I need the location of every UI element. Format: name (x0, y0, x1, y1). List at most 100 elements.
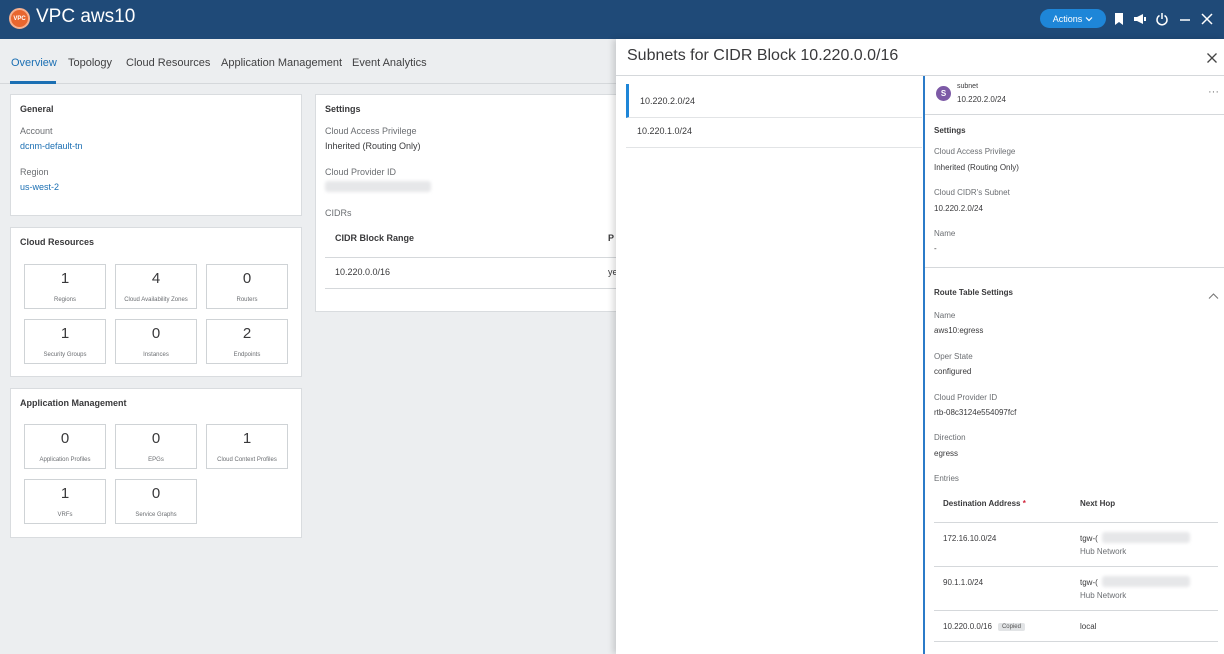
access-privilege-value: Inherited (Routing Only) (325, 141, 421, 151)
subnet-list-item[interactable]: 10.220.2.0/24 (626, 84, 922, 118)
tab-topology[interactable]: Topology (68, 57, 112, 69)
tile-instances[interactable]: 0 Instances (115, 319, 197, 364)
tile-application-profiles[interactable]: 0 Application Profiles (24, 424, 106, 469)
required-asterisk: * (1022, 499, 1026, 508)
detail-access-value: Inherited (Routing Only) (934, 163, 1019, 172)
more-options-icon[interactable]: ··· (1208, 86, 1219, 98)
subnets-panel: Subnets for CIDR Block 10.220.0.0/16 10.… (616, 39, 1224, 654)
settings-card: Settings Cloud Access Privilege Inherite… (315, 94, 625, 312)
chevron-down-icon (1085, 16, 1093, 21)
detail-name-value: - (934, 244, 937, 253)
general-title: General (20, 104, 54, 114)
tile-count: 2 (242, 325, 252, 342)
account-link[interactable]: dcnm-default-tn (20, 141, 83, 151)
detail-type-label: subnet (957, 83, 979, 90)
bookmark-icon[interactable] (1112, 12, 1126, 26)
cloud-resources-card: Cloud Resources 1 Regions 4 Cloud Availa… (10, 227, 302, 377)
page-title: VPC aws10 (36, 6, 136, 27)
tile-routers[interactable]: 0 Routers (206, 264, 288, 309)
rt-provider-id-value: rtb-08c3124e554097fcf (934, 408, 1017, 417)
chevron-up-icon[interactable] (1208, 287, 1219, 305)
subnet-list-item[interactable]: 10.220.1.0/24 (626, 114, 922, 148)
region-link[interactable]: us-west-2 (20, 182, 59, 192)
tile-label: Cloud Context Profiles (217, 457, 277, 463)
rt-name-value: aws10:egress (934, 326, 984, 335)
actions-button[interactable]: Actions (1040, 9, 1106, 28)
cloud-resources-title: Cloud Resources (20, 237, 95, 247)
detail-divider (925, 267, 1224, 268)
tile-label: EPGs (148, 457, 164, 463)
tile-count: 0 (151, 485, 161, 502)
account-label: Account (20, 126, 53, 136)
col-cidr-block-range: CIDR Block Range (335, 233, 415, 243)
tile-security-groups[interactable]: 1 Security Groups (24, 319, 106, 364)
subnet-detail-pane: S subnet 10.220.2.0/24 ··· Settings Clou… (923, 76, 1224, 654)
table-divider (325, 288, 625, 289)
application-management-title: Application Management (20, 398, 127, 408)
tab-bar: Overview Topology Cloud Resources Applic… (0, 39, 616, 84)
entry-next-hop-sub: Hub Network (1080, 591, 1127, 600)
detail-name: 10.220.2.0/24 (957, 95, 1006, 104)
cidrs-label: CIDRs (325, 208, 352, 218)
tile-label: Routers (236, 297, 258, 303)
redacted-next-hop (1102, 532, 1190, 543)
entries-divider (934, 610, 1218, 611)
copied-badge: Copied (997, 622, 1025, 631)
tile-label: Application Profiles (39, 457, 91, 463)
detail-cidr-subnet-value: 10.220.2.0/24 (934, 204, 983, 213)
power-icon[interactable] (1155, 12, 1169, 26)
tile-label: Regions (53, 297, 76, 303)
actions-label: Actions (1052, 13, 1083, 24)
subnet-avatar: S (936, 86, 951, 101)
oper-state-label: Oper State (934, 352, 973, 361)
panel-close-icon[interactable] (1206, 51, 1218, 63)
tile-vrfs[interactable]: 1 VRFs (24, 479, 106, 524)
redacted-provider-id (325, 181, 431, 192)
tile-count: 1 (60, 270, 70, 287)
minimize-icon[interactable] (1178, 12, 1192, 26)
subnet-label: 10.220.1.0/24 (637, 126, 693, 136)
direction-value: egress (934, 449, 959, 458)
tile-availability-zones[interactable]: 4 Cloud Availability Zones (115, 264, 197, 309)
entry-destination-text: 10.220.0.0/16 (943, 622, 992, 631)
col-destination-address: Destination Address * (943, 499, 1026, 508)
route-table-title: Route Table Settings (934, 288, 1013, 297)
table-divider (325, 257, 625, 258)
application-management-card: Application Management 0 Application Pro… (10, 388, 302, 538)
tile-count: 4 (151, 270, 161, 287)
entries-label: Entries (934, 474, 959, 483)
entry-next-hop-sub: Hub Network (1080, 547, 1127, 556)
rt-name-label: Name (934, 311, 956, 320)
panel-title: Subnets for CIDR Block 10.220.0.0/16 (627, 47, 899, 64)
redacted-next-hop (1102, 576, 1190, 587)
top-bar: VPC VPC aws10 Actions (0, 0, 1224, 39)
detail-settings-title: Settings (934, 126, 966, 135)
vpc-icon: VPC (9, 8, 30, 29)
tile-regions[interactable]: 1 Regions (24, 264, 106, 309)
tile-service-graphs[interactable]: 0 Service Graphs (115, 479, 197, 524)
access-privilege-label: Cloud Access Privilege (325, 126, 417, 136)
tile-cloud-context-profiles[interactable]: 1 Cloud Context Profiles (206, 424, 288, 469)
tab-application-management[interactable]: Application Management (221, 57, 342, 69)
tile-epgs[interactable]: 0 EPGs (115, 424, 197, 469)
close-icon[interactable] (1200, 12, 1214, 26)
tile-count: 1 (60, 485, 70, 502)
tile-count: 0 (242, 270, 252, 287)
rt-provider-id-label: Cloud Provider ID (934, 393, 998, 402)
entry-next-hop: tgw-( (1080, 578, 1098, 587)
detail-divider (925, 114, 1224, 115)
tab-event-analytics[interactable]: Event Analytics (352, 57, 427, 69)
tile-label: VRFs (57, 512, 73, 518)
entry-destination: 90.1.1.0/24 (943, 578, 984, 587)
tile-label: Service Graphs (135, 512, 177, 518)
tab-cloud-resources[interactable]: Cloud Resources (126, 57, 210, 69)
oper-state-value: configured (934, 367, 972, 376)
tile-count: 0 (60, 430, 70, 447)
megaphone-icon[interactable] (1133, 12, 1147, 26)
entries-divider (934, 522, 1218, 523)
tile-label: Security Groups (43, 352, 87, 358)
tile-endpoints[interactable]: 2 Endpoints (206, 319, 288, 364)
tab-overview[interactable]: Overview (11, 57, 57, 69)
subnet-label: 10.220.2.0/24 (640, 96, 696, 106)
tile-label: Instances (143, 352, 169, 358)
